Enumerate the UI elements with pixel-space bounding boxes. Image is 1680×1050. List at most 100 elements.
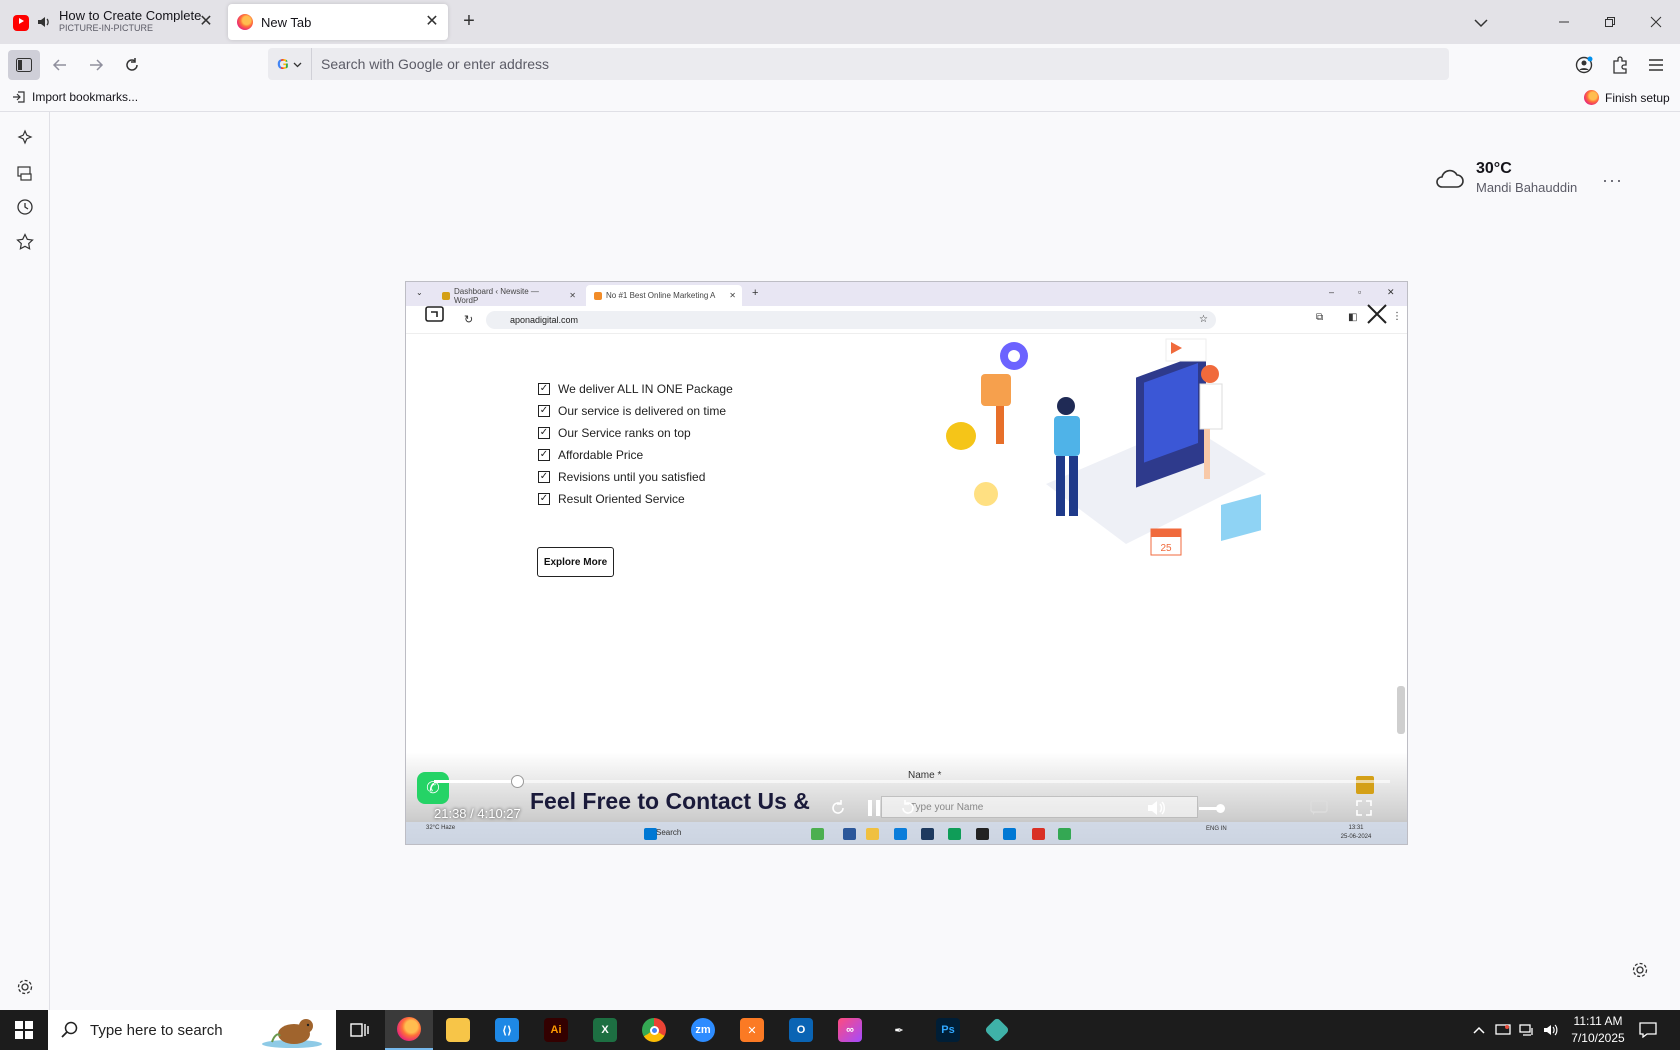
restore-icon: ▫: [1358, 287, 1362, 297]
customize-newtab-button[interactable]: [1631, 961, 1649, 979]
import-icon: [13, 91, 25, 103]
taskbar-excel[interactable]: X: [581, 1010, 629, 1050]
taskbar-firefox[interactable]: [385, 1010, 433, 1050]
address-bar[interactable]: G: [268, 48, 1449, 80]
captions-button[interactable]: [1307, 796, 1331, 820]
taskbar-search[interactable]: [48, 1010, 336, 1050]
ai-chatbot-button[interactable]: [13, 126, 37, 150]
seek-forward-button[interactable]: [896, 796, 920, 820]
checkbox-icon: ✓: [538, 471, 550, 483]
restore-button[interactable]: [1587, 0, 1633, 44]
show-hidden-icons-button[interactable]: [1469, 1020, 1489, 1040]
volume-slider[interactable]: [1199, 804, 1225, 813]
back-to-tab-icon: [425, 306, 444, 322]
network-button[interactable]: [1517, 1020, 1537, 1040]
taskbar-search-input[interactable]: [90, 1021, 260, 1039]
taskbar-clock[interactable]: 11:11 AM 7/10/2025: [1566, 1013, 1630, 1047]
search-engine-button[interactable]: G: [268, 48, 312, 80]
xampp-icon: ✕: [740, 1018, 764, 1042]
chevron-down-icon: ⌄: [416, 288, 423, 297]
photoshop-icon: Ps: [936, 1018, 960, 1042]
captions-icon: [1310, 800, 1328, 815]
finish-setup-button[interactable]: Finish setup: [1584, 90, 1670, 105]
synced-tabs-button[interactable]: [13, 161, 37, 185]
app-icon: [921, 828, 934, 840]
list-item-label: We deliver ALL IN ONE Package: [558, 382, 733, 396]
plus-icon: +: [752, 287, 759, 299]
import-bookmarks-button[interactable]: Import bookmarks...: [12, 90, 138, 104]
restore-icon: [1605, 17, 1615, 27]
tab-youtube-video[interactable]: How to Create Complete W PICTURE-IN-PICT…: [4, 4, 222, 40]
list-item-label: Revisions until you satisfied: [558, 470, 706, 484]
customize-sidebar-button[interactable]: [13, 975, 37, 999]
minimize-button[interactable]: [1541, 0, 1587, 44]
account-button[interactable]: [1568, 50, 1600, 80]
extensions-button[interactable]: [1604, 50, 1636, 80]
cloud-icon: [1436, 169, 1464, 188]
import-bookmarks-label: Import bookmarks...: [32, 90, 139, 104]
inner-clock-time: 13:31: [1348, 825, 1364, 831]
forward-button[interactable]: [80, 50, 112, 80]
task-view-button[interactable]: [336, 1010, 384, 1050]
weather-more-button[interactable]: ···: [1602, 170, 1623, 191]
menu-button[interactable]: [1640, 50, 1672, 80]
pen-icon: ✒: [894, 1024, 904, 1037]
close-tab-icon[interactable]: ✕: [424, 14, 440, 30]
seek-backward-button[interactable]: [826, 796, 850, 820]
app-icon: [1032, 828, 1045, 840]
zoom-icon: zm: [691, 1018, 715, 1042]
sidebar-toggle-button[interactable]: [8, 50, 40, 80]
close-tab-icon[interactable]: ✕: [198, 14, 214, 30]
mute-button[interactable]: [1144, 796, 1168, 820]
tray-device-icon[interactable]: [1493, 1020, 1513, 1040]
volume-button[interactable]: [1541, 1020, 1561, 1040]
notifications-button[interactable]: [1638, 1020, 1658, 1040]
picture-in-picture-window[interactable]: ⌄ Dashboard ‹ Newsite — WordP ✕ No #1 Be…: [405, 281, 1408, 845]
taskbar-outlook[interactable]: O: [777, 1010, 825, 1050]
back-button[interactable]: [44, 50, 76, 80]
close-pip-button[interactable]: [1364, 302, 1390, 328]
video-seek-bar[interactable]: [434, 775, 1390, 788]
list-item: ✓ We deliver ALL IN ONE Package: [538, 378, 733, 400]
close-window-button[interactable]: [1633, 0, 1679, 44]
firefox-icon: [237, 14, 253, 30]
url-input[interactable]: [321, 56, 1421, 72]
checkbox-icon: ✓: [538, 449, 550, 461]
list-all-tabs-button[interactable]: [1470, 12, 1492, 34]
tab-title: How to Create Complete W: [59, 9, 201, 22]
seek-thumb[interactable]: [510, 775, 524, 788]
taskbar-pen-tool[interactable]: ✒: [875, 1010, 923, 1050]
list-item: ✓ Affordable Price: [538, 444, 733, 466]
taskbar-creative-cloud[interactable]: ∞: [826, 1010, 874, 1050]
speaker-icon[interactable]: [37, 15, 51, 29]
taskbar-file-explorer[interactable]: [434, 1010, 482, 1050]
taskbar-vscode[interactable]: ⟨⟩: [483, 1010, 531, 1050]
pause-button[interactable]: [862, 796, 886, 820]
taskbar-chrome[interactable]: [630, 1010, 678, 1050]
close-icon: ✕: [729, 291, 736, 300]
inner-clock-date: 25-06-2024: [1340, 834, 1372, 840]
arrow-right-icon: [90, 59, 104, 71]
video-tab-title: Dashboard ‹ Newsite — WordP: [453, 286, 539, 305]
reload-button[interactable]: [116, 50, 148, 80]
chrome-icon: [642, 1018, 666, 1042]
taskbar-photoshop[interactable]: Ps: [924, 1010, 972, 1050]
youtube-icon: [13, 15, 29, 31]
start-button[interactable]: [0, 1010, 48, 1050]
pause-icon: [868, 800, 880, 816]
bookmarks-button[interactable]: [13, 230, 37, 254]
taskbar-illustrator[interactable]: Ai: [532, 1010, 580, 1050]
taskbar-xampp[interactable]: ✕: [728, 1010, 776, 1050]
fullscreen-icon: [1356, 800, 1372, 816]
taskbar-app[interactable]: [973, 1010, 1021, 1050]
tab-new-tab[interactable]: New Tab ✕: [228, 4, 448, 40]
illustrator-icon: Ai: [544, 1018, 568, 1042]
video-tab: No #1 Best Online Marketing A ✕: [586, 285, 742, 306]
taskbar-zoom[interactable]: zm: [679, 1010, 727, 1050]
back-to-tab-button[interactable]: [424, 304, 446, 326]
weather-widget[interactable]: 30°C Mandi Bahauddin: [1434, 160, 1577, 195]
fullscreen-button[interactable]: [1352, 796, 1376, 820]
history-button[interactable]: [13, 195, 37, 219]
star-icon: [16, 233, 34, 250]
new-tab-button[interactable]: +: [458, 11, 480, 33]
